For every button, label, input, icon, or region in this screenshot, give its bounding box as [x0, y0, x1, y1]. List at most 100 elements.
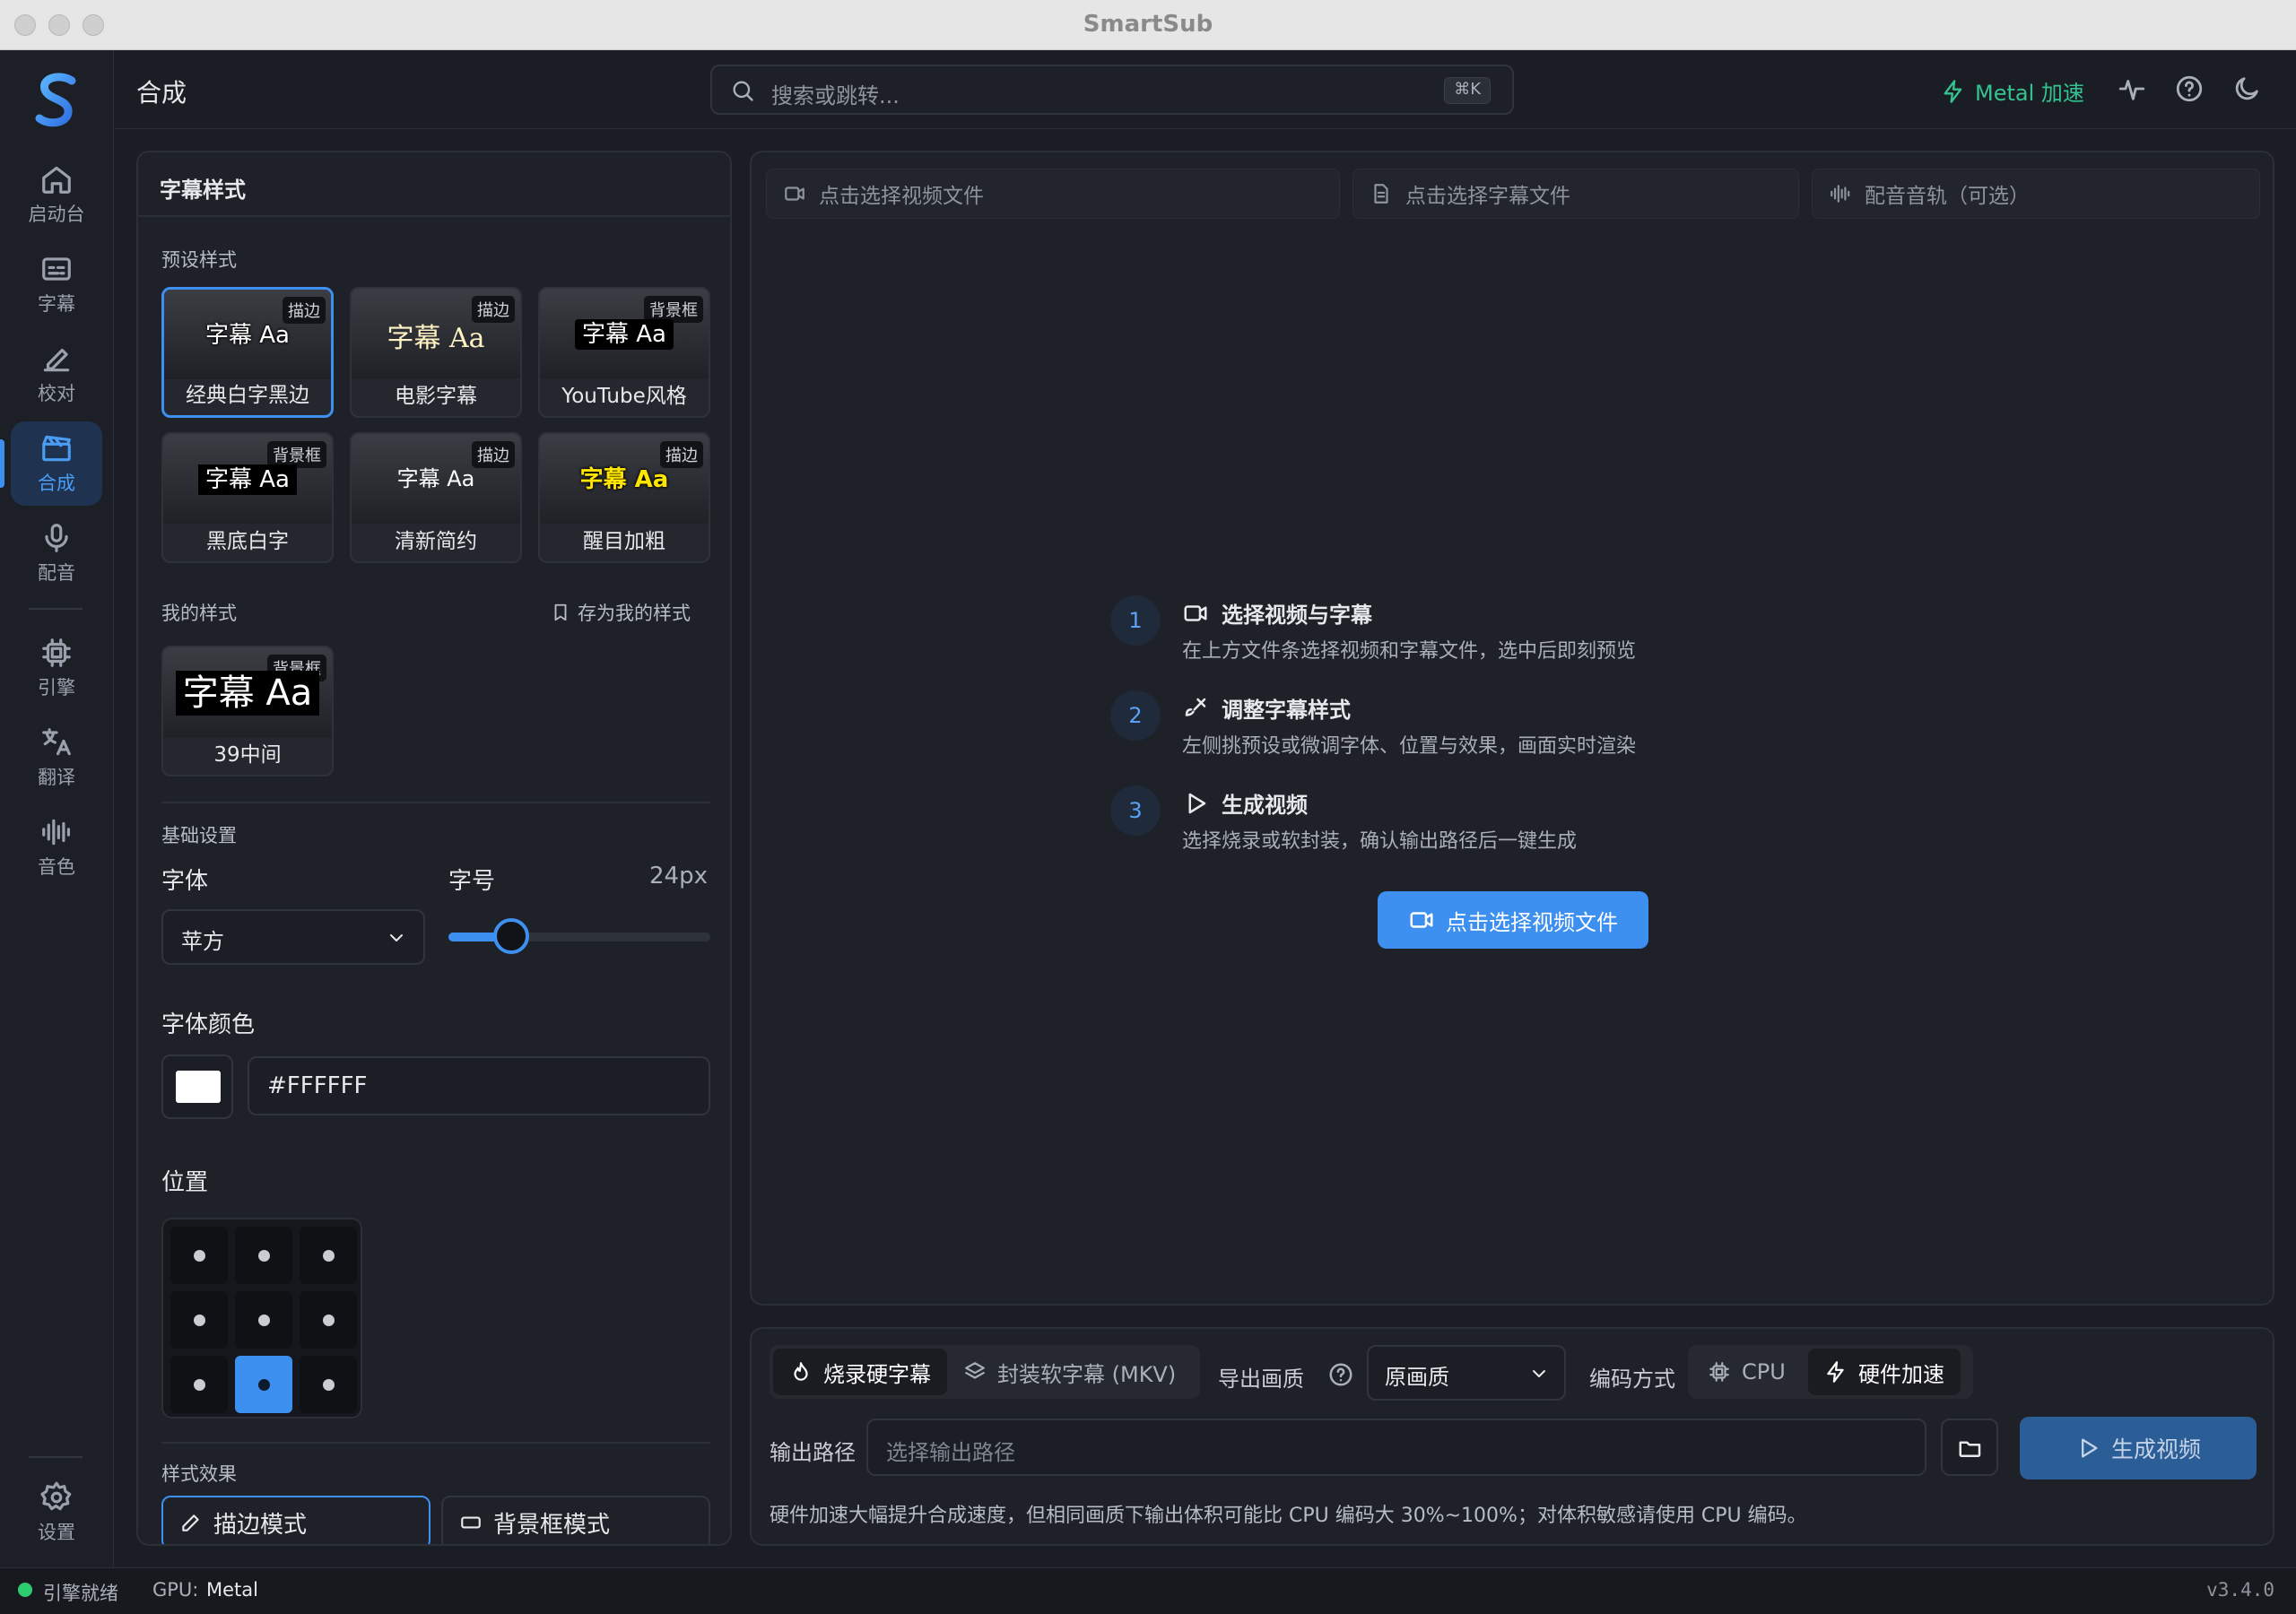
cpu-chip-icon [1709, 1362, 1729, 1382]
search-icon [733, 81, 753, 101]
position-middle-left[interactable] [170, 1291, 228, 1349]
output-path-input[interactable]: 选择输出路径 [866, 1419, 1926, 1476]
font-size-slider[interactable] [448, 918, 710, 954]
output-panel: 烧录硬字幕 封装软字幕 (MKV) 导出画质 原画质 编码方式 CPU 硬件加速… [750, 1327, 2274, 1546]
metal-acceleration-badge[interactable]: Metal 加速 [1941, 75, 2084, 107]
preset-card[interactable]: 背景框 字幕 Aa 黑底白字 [161, 432, 334, 563]
basic-settings-label: 基础设置 [161, 825, 237, 846]
position-top-center[interactable] [235, 1227, 292, 1284]
sidebar-item-launchpad[interactable]: 启动台 [11, 152, 102, 237]
quality-select[interactable]: 原画质 [1367, 1345, 1566, 1401]
save-style-button[interactable]: 存为我的样式 [551, 599, 691, 626]
folder-open-icon [1959, 1441, 1981, 1457]
play-icon [2081, 1438, 2098, 1458]
sidebar-item-translate[interactable]: 翻译 [11, 716, 102, 800]
select-video-button[interactable]: 点击选择视频文件 [1378, 891, 1648, 949]
subtitle-file-picker[interactable]: 点击选择字幕文件 [1352, 169, 1799, 219]
my-style-card[interactable]: 背景框 字幕 Aa 39中间 [161, 646, 334, 777]
audio-wave-icon [42, 819, 71, 846]
browse-folder-button[interactable] [1941, 1419, 1998, 1476]
gear-icon [40, 1481, 72, 1511]
soft-subtitle-option[interactable]: 封装软字幕 (MKV) [947, 1349, 1192, 1395]
preset-card[interactable]: 描边 字幕 Aa 经典白字黑边 [161, 287, 334, 418]
subtitle-style-panel: 字幕样式 预设样式 描边 字幕 Aa 经典白字黑边 描边 字幕 Aa 电影字幕 … [136, 151, 732, 1546]
step-description: 在上方文件条选择视频和字幕文件，选中后即刻预览 [1182, 640, 1637, 663]
preset-card[interactable]: 背景框 字幕 Aa YouTube风格 [538, 287, 710, 418]
engine-status: 引擎就绪 [43, 1583, 118, 1604]
step-number: 2 [1110, 690, 1161, 741]
step-description: 选择烧录或软封装，确认输出路径后一键生成 [1182, 830, 1578, 853]
presets-label: 预设样式 [161, 249, 237, 271]
preset-name: YouTube风格 [561, 385, 687, 408]
color-hex-input[interactable]: #FFFFFF [248, 1056, 710, 1115]
play-icon [1188, 793, 1206, 813]
sidebar-item-subtitles[interactable]: 字幕 [11, 242, 102, 326]
preset-sample: 字幕 Aa [198, 464, 297, 495]
audio-wave-icon [1831, 185, 1850, 203]
position-top-right[interactable] [300, 1227, 357, 1284]
step-1: 1 选择视频与字幕 在上方文件条选择视频和字幕文件，选中后即刻预览 [1110, 595, 1738, 676]
quality-value: 原画质 [1385, 1365, 1449, 1390]
outline-mode-button[interactable]: 描边模式 [161, 1496, 430, 1544]
sidebar-item-compose[interactable]: 合成 [0, 421, 102, 506]
select-video-label: 点击选择视频文件 [1446, 909, 1618, 935]
help-icon[interactable] [2174, 74, 2205, 104]
sidebar-item-engine[interactable]: 引擎 [11, 626, 102, 710]
preset-card[interactable]: 描边 字幕 Aa 醒目加粗 [538, 432, 710, 563]
preset-sample: 字幕 Aa [175, 671, 320, 716]
step-2: 2 调整字幕样式 左侧挑预设或微调字体、位置与效果，画面实时渲染 [1110, 690, 1738, 771]
position-bottom-right[interactable] [300, 1356, 357, 1413]
encoder-toggle: CPU 硬件加速 [1688, 1345, 1973, 1399]
position-label: 位置 [161, 1169, 209, 1196]
search-input[interactable]: 搜索或跳转... ⌘K [710, 65, 1514, 115]
generate-video-button[interactable]: 生成视频 [2020, 1417, 2257, 1480]
slider-handle[interactable] [493, 918, 530, 954]
video-camera-icon [1184, 604, 1207, 621]
step-number: 1 [1110, 595, 1161, 646]
panel-title: 字幕样式 [138, 152, 730, 217]
page-title: 合成 [136, 78, 187, 108]
video-file-picker[interactable]: 点击选择视频文件 [766, 169, 1340, 219]
preset-name: 39中间 [213, 743, 282, 767]
my-styles-label: 我的样式 [161, 603, 237, 624]
output-path-label: 输出路径 [770, 1440, 856, 1465]
layers-icon [965, 1362, 985, 1379]
help-icon[interactable] [1327, 1361, 1354, 1388]
sidebar-item-label: 合成 [38, 473, 75, 494]
preset-card[interactable]: 描边 字幕 Aa 电影字幕 [350, 287, 522, 418]
audio-track-picker[interactable]: 配音音轨（可选） [1812, 169, 2260, 219]
burn-in-option[interactable]: 烧录硬字幕 [773, 1349, 947, 1395]
cpu-encode-option[interactable]: CPU [1692, 1349, 1802, 1395]
font-select[interactable]: 苹方 [161, 909, 425, 965]
preset-sample: 字幕 Aa [387, 323, 485, 354]
sidebar-item-label: 引擎 [38, 677, 75, 699]
activity-icon[interactable] [2117, 74, 2147, 104]
step-title: 生成视频 [1222, 793, 1308, 818]
title-bar: SmartSub [0, 0, 2296, 50]
cpu-chip-icon [42, 638, 71, 667]
sidebar-item-proofread[interactable]: 校对 [11, 332, 102, 416]
pen-icon [182, 1514, 199, 1532]
sidebar-item-voice[interactable]: 音色 [11, 805, 102, 889]
position-middle-center[interactable] [235, 1291, 292, 1349]
position-middle-right[interactable] [300, 1291, 357, 1349]
preset-name: 经典白字黑边 [186, 384, 309, 407]
sidebar-item-dubbing[interactable]: 配音 [11, 511, 102, 595]
search-placeholder: 搜索或跳转... [771, 83, 900, 108]
preset-sample: 字幕 Aa [205, 322, 290, 349]
size-label: 字号 [448, 868, 496, 895]
position-top-left[interactable] [170, 1227, 228, 1284]
color-swatch-button[interactable] [161, 1054, 233, 1119]
position-bottom-center[interactable] [235, 1356, 292, 1413]
preset-name: 黑底白字 [206, 530, 289, 553]
clapperboard-icon [42, 435, 71, 462]
preset-sample-wrap: 字幕 Aa [540, 316, 709, 350]
preset-card[interactable]: 描边 字幕 Aa 清新简约 [350, 432, 522, 563]
preset-sample-wrap: 字幕 Aa [163, 461, 332, 495]
background-mode-button[interactable]: 背景框模式 [441, 1496, 710, 1544]
position-bottom-left[interactable] [170, 1356, 228, 1413]
sidebar-item-settings[interactable]: 设置 [11, 1471, 102, 1555]
moon-icon[interactable] [2231, 74, 2262, 104]
font-label: 字体 [161, 868, 209, 895]
hardware-encode-option[interactable]: 硬件加速 [1808, 1349, 1961, 1395]
